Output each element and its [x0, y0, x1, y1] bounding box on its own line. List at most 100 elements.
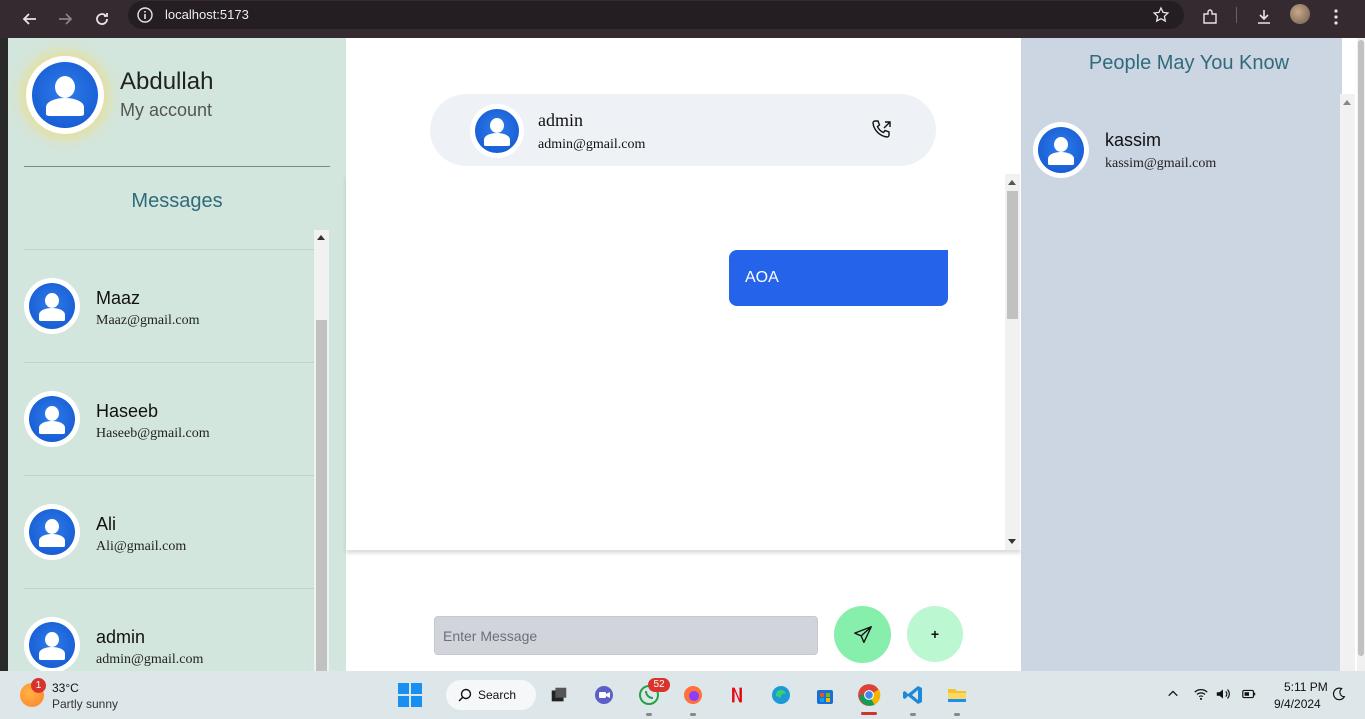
menu-kebab-icon[interactable]	[1325, 6, 1347, 28]
contact-avatar	[24, 391, 80, 447]
site-info-icon[interactable]	[136, 6, 154, 24]
scroll-down-arrow-icon[interactable]	[1008, 539, 1016, 544]
store-icon[interactable]	[812, 682, 838, 708]
forward-icon[interactable]	[52, 6, 78, 32]
active-app-indicator	[861, 712, 877, 715]
back-icon[interactable]	[17, 6, 43, 32]
page-scrollbar[interactable]	[1357, 38, 1365, 671]
scroll-up-arrow-icon[interactable]	[1343, 100, 1351, 105]
edge-icon[interactable]	[768, 682, 794, 708]
battery-icon[interactable]	[1240, 685, 1258, 703]
contacts-scrollbar[interactable]	[314, 230, 329, 671]
chat-panel: admin admin@gmail.com AOA +	[346, 38, 1021, 671]
weather-desc[interactable]: Partly sunny	[52, 697, 118, 711]
firefox-icon[interactable]	[680, 682, 706, 708]
task-view-icon[interactable]	[546, 682, 572, 708]
volume-icon[interactable]	[1214, 685, 1232, 703]
chat-partner-name: admin	[538, 110, 583, 130]
focus-moon-icon[interactable]	[1330, 685, 1348, 703]
vscode-icon[interactable]	[900, 682, 926, 708]
contact-avatar	[24, 504, 80, 560]
user-icon	[29, 622, 75, 668]
weather-temp[interactable]: 33°C	[52, 681, 79, 695]
chat-scrollbar[interactable]	[1005, 174, 1020, 550]
contact-name: Ali	[96, 514, 117, 534]
my-avatar[interactable]	[26, 56, 104, 134]
message-input[interactable]	[434, 616, 818, 655]
search-label: Search	[478, 688, 517, 702]
scroll-thumb[interactable]	[1007, 191, 1018, 319]
extensions-icon[interactable]	[1199, 6, 1221, 28]
suggestions-panel: People May You Know kassim kassim@gmail.…	[1021, 38, 1342, 671]
contact-list: Maaz Maaz@gmail.com Haseeb Haseeb@gmail.…	[24, 249, 314, 671]
running-indicator	[954, 713, 960, 716]
contact-email: Maaz@gmail.com	[96, 313, 200, 328]
clock-date[interactable]: 9/4/2024	[1274, 697, 1321, 711]
scroll-thumb[interactable]	[1358, 40, 1364, 656]
user-icon	[1038, 127, 1084, 173]
my-name: Abdullah	[120, 68, 214, 95]
suggested-avatar	[1033, 122, 1089, 178]
contact-email: Haseeb@gmail.com	[96, 426, 210, 441]
chevron-up-icon[interactable]	[1164, 685, 1182, 703]
whatsapp-badge: 52	[648, 678, 670, 692]
left-sidebar: Abdullah My account Messages Maaz Maaz@g…	[8, 38, 346, 671]
chat-partner-avatar	[470, 104, 524, 158]
address-bar[interactable]: localhost:5173	[128, 1, 1184, 29]
contact-avatar	[24, 278, 80, 334]
chrome-icon[interactable]	[856, 682, 882, 708]
running-indicator	[690, 713, 696, 716]
contact-name: Haseeb	[96, 401, 159, 421]
suggestions-title: People May You Know	[1088, 52, 1290, 74]
file-explorer-icon[interactable]	[944, 682, 970, 708]
clock-time[interactable]: 5:11 PM	[1284, 680, 1328, 694]
windows-start-icon[interactable]	[397, 682, 423, 708]
window-edge	[0, 38, 8, 671]
contact-item[interactable]: Maaz Maaz@gmail.com	[24, 249, 314, 362]
browser-toolbar: localhost:5173	[0, 0, 1365, 38]
video-call-app-icon[interactable]	[591, 682, 617, 708]
search-icon	[458, 688, 472, 702]
user-icon	[29, 283, 75, 329]
bookmark-star-icon[interactable]	[1152, 6, 1170, 24]
wifi-icon[interactable]	[1192, 685, 1210, 703]
scroll-up-arrow-icon[interactable]	[1008, 180, 1016, 185]
user-icon	[29, 396, 75, 442]
scroll-thumb[interactable]	[316, 320, 327, 671]
reload-icon[interactable]	[89, 6, 115, 32]
profile-avatar[interactable]	[1290, 4, 1310, 24]
message-bubble: AOA	[729, 250, 948, 306]
contact-name: admin	[96, 627, 146, 647]
contact-avatar	[24, 617, 80, 671]
messages-title: Messages	[131, 190, 223, 212]
phone-call-icon[interactable]	[870, 118, 894, 142]
contact-email: Ali@gmail.com	[96, 539, 187, 554]
weather-badge: 1	[31, 678, 46, 693]
user-icon	[32, 62, 98, 128]
user-icon	[475, 109, 519, 153]
contact-item[interactable]: Ali Ali@gmail.com	[24, 475, 314, 588]
divider	[24, 166, 330, 167]
contact-name: Maaz	[96, 288, 141, 308]
contact-item[interactable]: admin admin@gmail.com	[24, 588, 314, 671]
my-account-link[interactable]: My account	[120, 100, 212, 121]
taskbar-search[interactable]: Search	[446, 680, 536, 710]
user-icon	[29, 509, 75, 555]
suggestions-scrollbar[interactable]	[1340, 94, 1355, 671]
send-button[interactable]	[834, 606, 891, 663]
send-icon	[853, 625, 872, 643]
chat-partner-email: admin@gmail.com	[538, 137, 646, 152]
suggested-email: kassim@gmail.com	[1105, 156, 1217, 171]
contact-email: admin@gmail.com	[96, 652, 204, 667]
url-text[interactable]: localhost:5173	[165, 7, 249, 22]
download-icon[interactable]	[1253, 6, 1275, 28]
scroll-up-arrow-icon[interactable]	[317, 235, 325, 240]
add-attachment-button[interactable]: +	[907, 606, 963, 662]
suggested-name: kassim	[1105, 130, 1162, 150]
taskbar: 1 33°C Partly sunny Search 52 5:11 PM 9/…	[0, 671, 1365, 719]
netflix-icon[interactable]	[724, 682, 750, 708]
running-indicator	[910, 713, 916, 716]
running-indicator	[646, 713, 652, 716]
contact-item[interactable]: Haseeb Haseeb@gmail.com	[24, 362, 314, 475]
chat-header: admin admin@gmail.com	[430, 94, 936, 166]
